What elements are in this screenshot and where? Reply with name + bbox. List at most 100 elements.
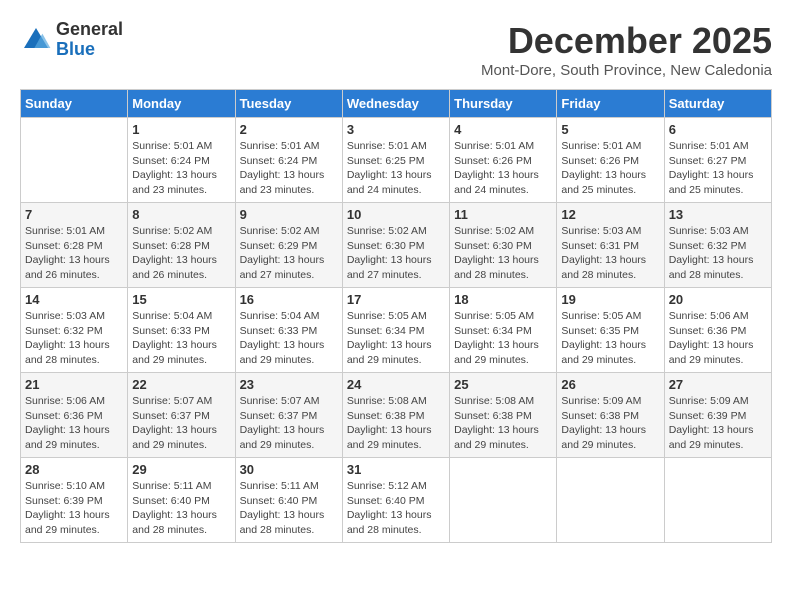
week-row-4: 21Sunrise: 5:06 AMSunset: 6:36 PMDayligh… — [21, 373, 772, 458]
day-info: Sunrise: 5:05 AMSunset: 6:35 PMDaylight:… — [561, 309, 659, 368]
calendar-cell — [450, 458, 557, 543]
calendar-cell: 13 Sunrise: 5:03 AMSunset: 6:32 PMDayligh… — [664, 203, 771, 288]
day-info: Sunrise: 5:07 AMSunset: 6:37 PMDaylight:… — [240, 394, 338, 453]
day-number: 14 — [25, 292, 123, 307]
day-number: 2 — [240, 122, 338, 137]
calendar-cell: 4 Sunrise: 5:01 AMSunset: 6:26 PMDaylight… — [450, 118, 557, 203]
week-row-5: 28Sunrise: 5:10 AMSunset: 6:39 PMDayligh… — [21, 458, 772, 543]
day-header-saturday: Saturday — [664, 90, 771, 118]
logo-blue: Blue — [56, 40, 123, 60]
day-info: Sunrise: 5:01 AMSunset: 6:24 PMDaylight:… — [132, 139, 230, 198]
title-area: December 2025 Mont-Dore, South Province,… — [481, 20, 772, 79]
day-number: 8 — [132, 207, 230, 222]
calendar-cell: 27 Sunrise: 5:09 AMSunset: 6:39 PMDayligh… — [664, 373, 771, 458]
week-row-2: 7Sunrise: 5:01 AMSunset: 6:28 PMDaylight… — [21, 203, 772, 288]
day-info: Sunrise: 5:08 AMSunset: 6:38 PMDaylight:… — [454, 394, 552, 453]
day-info: Sunrise: 5:02 AMSunset: 6:28 PMDaylight:… — [132, 224, 230, 283]
day-info: Sunrise: 5:04 AMSunset: 6:33 PMDaylight:… — [240, 309, 338, 368]
day-header-monday: Monday — [128, 90, 235, 118]
calendar-cell: 22 Sunrise: 5:07 AMSunset: 6:37 PMDayligh… — [128, 373, 235, 458]
calendar-body: 1Sunrise: 5:01 AMSunset: 6:24 PMDaylight… — [21, 118, 772, 543]
day-info: Sunrise: 5:10 AMSunset: 6:39 PMDaylight:… — [25, 479, 123, 538]
calendar-cell: 8 Sunrise: 5:02 AMSunset: 6:28 PMDaylight… — [128, 203, 235, 288]
calendar-cell: 11 Sunrise: 5:02 AMSunset: 6:30 PMDayligh… — [450, 203, 557, 288]
day-info: Sunrise: 5:05 AMSunset: 6:34 PMDaylight:… — [454, 309, 552, 368]
day-number: 13 — [669, 207, 767, 222]
month-title: December 2025 — [481, 20, 772, 62]
calendar-cell — [557, 458, 664, 543]
day-info: Sunrise: 5:09 AMSunset: 6:39 PMDaylight:… — [669, 394, 767, 453]
calendar-cell: 7Sunrise: 5:01 AMSunset: 6:28 PMDaylight… — [21, 203, 128, 288]
calendar-cell — [664, 458, 771, 543]
day-number: 3 — [347, 122, 445, 137]
day-number: 21 — [25, 377, 123, 392]
day-number: 17 — [347, 292, 445, 307]
calendar-cell: 23 Sunrise: 5:07 AMSunset: 6:37 PMDayligh… — [235, 373, 342, 458]
day-number: 11 — [454, 207, 552, 222]
calendar-cell: 1Sunrise: 5:01 AMSunset: 6:24 PMDaylight… — [128, 118, 235, 203]
calendar-cell: 9 Sunrise: 5:02 AMSunset: 6:29 PMDaylight… — [235, 203, 342, 288]
day-number: 24 — [347, 377, 445, 392]
day-number: 27 — [669, 377, 767, 392]
day-number: 31 — [347, 462, 445, 477]
logo-icon — [20, 24, 52, 56]
calendar-cell: 19 Sunrise: 5:05 AMSunset: 6:35 PMDayligh… — [557, 288, 664, 373]
day-info: Sunrise: 5:01 AMSunset: 6:26 PMDaylight:… — [454, 139, 552, 198]
calendar-cell: 21Sunrise: 5:06 AMSunset: 6:36 PMDayligh… — [21, 373, 128, 458]
calendar-cell: 15 Sunrise: 5:04 AMSunset: 6:33 PMDayligh… — [128, 288, 235, 373]
calendar-cell: 17 Sunrise: 5:05 AMSunset: 6:34 PMDayligh… — [342, 288, 449, 373]
day-number: 15 — [132, 292, 230, 307]
day-info: Sunrise: 5:01 AMSunset: 6:26 PMDaylight:… — [561, 139, 659, 198]
calendar-cell: 10 Sunrise: 5:02 AMSunset: 6:30 PMDayligh… — [342, 203, 449, 288]
calendar-cell: 30 Sunrise: 5:11 AMSunset: 6:40 PMDayligh… — [235, 458, 342, 543]
day-info: Sunrise: 5:02 AMSunset: 6:30 PMDaylight:… — [347, 224, 445, 283]
calendar-cell — [21, 118, 128, 203]
day-info: Sunrise: 5:03 AMSunset: 6:32 PMDaylight:… — [669, 224, 767, 283]
day-number: 25 — [454, 377, 552, 392]
day-info: Sunrise: 5:08 AMSunset: 6:38 PMDaylight:… — [347, 394, 445, 453]
day-number: 22 — [132, 377, 230, 392]
calendar-cell: 20Sunrise: 5:06 AMSunset: 6:36 PMDayligh… — [664, 288, 771, 373]
day-info: Sunrise: 5:01 AMSunset: 6:25 PMDaylight:… — [347, 139, 445, 198]
calendar-cell: 16Sunrise: 5:04 AMSunset: 6:33 PMDayligh… — [235, 288, 342, 373]
calendar-cell: 2 Sunrise: 5:01 AMSunset: 6:24 PMDaylight… — [235, 118, 342, 203]
day-header-friday: Friday — [557, 90, 664, 118]
day-number: 4 — [454, 122, 552, 137]
logo-general: General — [56, 20, 123, 40]
day-number: 9 — [240, 207, 338, 222]
calendar-cell: 6Sunrise: 5:01 AMSunset: 6:27 PMDaylight… — [664, 118, 771, 203]
day-info: Sunrise: 5:01 AMSunset: 6:28 PMDaylight:… — [25, 224, 123, 283]
page-header: General Blue December 2025 Mont-Dore, So… — [20, 20, 772, 79]
day-number: 12 — [561, 207, 659, 222]
day-info: Sunrise: 5:09 AMSunset: 6:38 PMDaylight:… — [561, 394, 659, 453]
day-info: Sunrise: 5:04 AMSunset: 6:33 PMDaylight:… — [132, 309, 230, 368]
day-number: 19 — [561, 292, 659, 307]
day-header-tuesday: Tuesday — [235, 90, 342, 118]
day-header-wednesday: Wednesday — [342, 90, 449, 118]
day-number: 10 — [347, 207, 445, 222]
day-info: Sunrise: 5:07 AMSunset: 6:37 PMDaylight:… — [132, 394, 230, 453]
day-number: 18 — [454, 292, 552, 307]
day-info: Sunrise: 5:05 AMSunset: 6:34 PMDaylight:… — [347, 309, 445, 368]
day-number: 5 — [561, 122, 659, 137]
calendar-cell: 31Sunrise: 5:12 AMSunset: 6:40 PMDayligh… — [342, 458, 449, 543]
day-info: Sunrise: 5:02 AMSunset: 6:30 PMDaylight:… — [454, 224, 552, 283]
calendar-cell: 25 Sunrise: 5:08 AMSunset: 6:38 PMDayligh… — [450, 373, 557, 458]
calendar-cell: 5 Sunrise: 5:01 AMSunset: 6:26 PMDaylight… — [557, 118, 664, 203]
calendar-cell: 28Sunrise: 5:10 AMSunset: 6:39 PMDayligh… — [21, 458, 128, 543]
day-number: 6 — [669, 122, 767, 137]
calendar-cell: 12Sunrise: 5:03 AMSunset: 6:31 PMDayligh… — [557, 203, 664, 288]
day-number: 26 — [561, 377, 659, 392]
calendar-table: SundayMondayTuesdayWednesdayThursdayFrid… — [20, 89, 772, 543]
day-info: Sunrise: 5:11 AMSunset: 6:40 PMDaylight:… — [240, 479, 338, 538]
day-number: 30 — [240, 462, 338, 477]
calendar-cell: 14Sunrise: 5:03 AMSunset: 6:32 PMDayligh… — [21, 288, 128, 373]
day-info: Sunrise: 5:01 AMSunset: 6:24 PMDaylight:… — [240, 139, 338, 198]
day-info: Sunrise: 5:02 AMSunset: 6:29 PMDaylight:… — [240, 224, 338, 283]
calendar-cell: 26 Sunrise: 5:09 AMSunset: 6:38 PMDayligh… — [557, 373, 664, 458]
day-number: 29 — [132, 462, 230, 477]
calendar-cell: 29Sunrise: 5:11 AMSunset: 6:40 PMDayligh… — [128, 458, 235, 543]
week-row-1: 1Sunrise: 5:01 AMSunset: 6:24 PMDaylight… — [21, 118, 772, 203]
location-subtitle: Mont-Dore, South Province, New Caledonia — [481, 62, 772, 79]
day-number: 23 — [240, 377, 338, 392]
